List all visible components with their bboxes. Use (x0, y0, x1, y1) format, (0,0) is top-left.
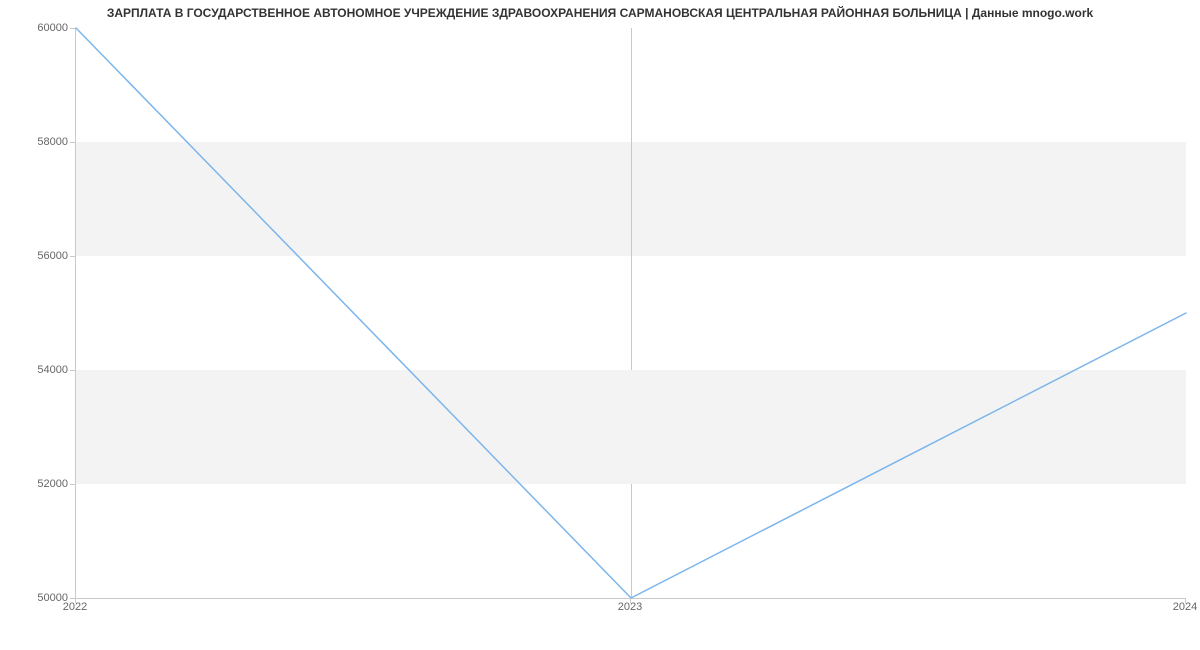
series-line (76, 28, 1186, 598)
x-tick-mark (75, 598, 76, 603)
chart-container: ЗАРПЛАТА В ГОСУДАРСТВЕННОЕ АВТОНОМНОЕ УЧ… (0, 0, 1200, 650)
y-tick-label: 56000 (8, 250, 68, 262)
chart-title: ЗАРПЛАТА В ГОСУДАРСТВЕННОЕ АВТОНОМНОЕ УЧ… (0, 6, 1200, 20)
y-tick-mark (70, 28, 75, 29)
y-tick-mark (70, 142, 75, 143)
y-tick-mark (70, 484, 75, 485)
x-tick-mark (1185, 598, 1186, 603)
y-tick-label: 60000 (8, 22, 68, 34)
line-series (76, 28, 1186, 598)
y-tick-label: 52000 (8, 478, 68, 490)
y-tick-label: 50000 (8, 592, 68, 604)
y-tick-mark (70, 370, 75, 371)
y-tick-mark (70, 256, 75, 257)
y-tick-label: 54000 (8, 364, 68, 376)
plot-area[interactable] (75, 28, 1186, 599)
y-tick-label: 58000 (8, 136, 68, 148)
x-tick-mark (630, 598, 631, 603)
